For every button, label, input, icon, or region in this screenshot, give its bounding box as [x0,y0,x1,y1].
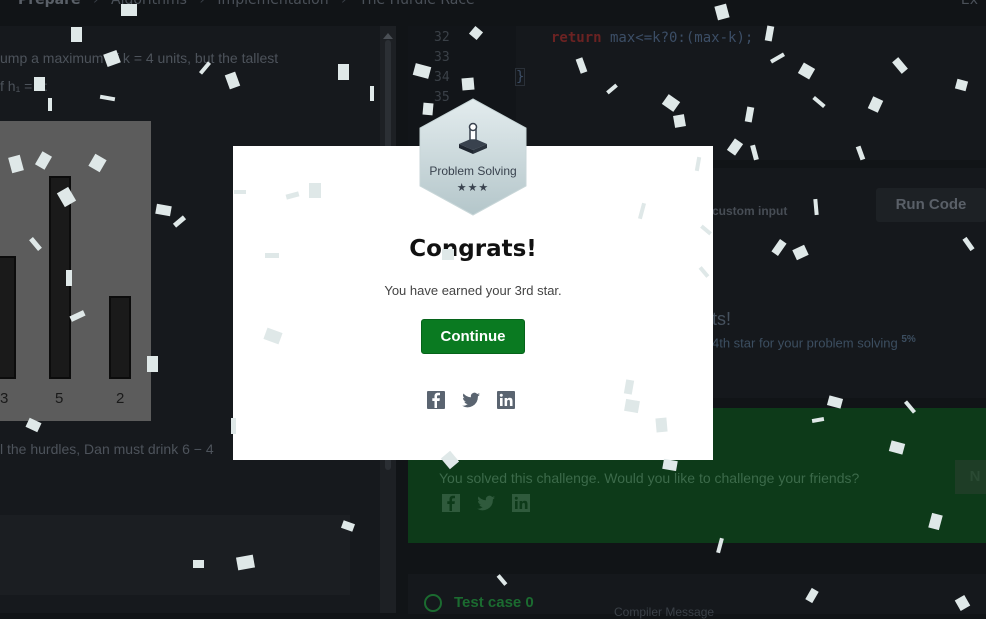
code-line: return max<=k?0:(max-k); [551,30,753,46]
badge-icon [459,122,487,154]
check-circle-icon [424,594,442,612]
hurdle-bar [109,296,131,379]
custom-input-label[interactable]: custom input [712,204,787,218]
confetti-piece [265,253,279,258]
hurdle-label: 3 [0,390,9,407]
line-number: 33 [434,50,450,65]
hurdle-bar [0,256,16,379]
problem-text-line: l the hurdles, Dan must drink 6 − 4 [0,441,214,457]
confetti-piece [234,190,246,194]
line-number: 34 [434,70,450,85]
linkedin-icon[interactable] [496,390,516,410]
breadcrumb-separator: › [199,0,205,8]
next-challenge-button[interactable]: N [955,460,986,494]
problem-footer-block [0,515,350,595]
background-congrats-text: ts! [712,309,732,329]
code-keyword: return [551,30,602,46]
confetti-piece [673,114,686,128]
continue-button[interactable]: Continue [421,319,525,354]
facebook-icon[interactable] [441,493,461,513]
breadcrumb-implementation[interactable]: Implementation [217,0,328,8]
confetti-piece [655,417,668,433]
next-star-progress: 4th star for your problem solving 5% [712,334,916,350]
confetti-piece [624,398,640,414]
confetti-piece [66,270,72,286]
breadcrumb-prepare[interactable]: Prepare [18,0,81,8]
compiler-message-label: Compiler Message [614,605,715,619]
code-expression: max<=k?0:(max-k); [601,30,754,46]
confetti-piece [370,86,374,101]
confetti-piece [309,183,321,198]
test-case-label[interactable]: Test case 0 [454,594,534,611]
confetti-piece [422,102,434,116]
confetti-piece [442,249,454,260]
hurdle-label: 2 [116,390,125,407]
confetti-piece [147,356,158,372]
breadcrumb-separator: › [341,0,347,8]
closing-brace: } [515,68,526,86]
badge-stars: ★★★ [456,182,490,194]
confetti-piece [34,77,45,91]
hurdle-label: 5 [55,390,64,407]
confetti-piece [338,64,349,80]
facebook-icon[interactable] [426,390,446,410]
line-number: 32 [434,30,450,45]
next-star-percent: 5% [901,334,916,345]
confetti-piece [231,418,236,434]
problem-solving-badge [419,98,527,216]
breadcrumb: Prepare › Algorithms › Implementation › … [0,0,986,10]
confetti-piece [461,77,475,91]
breadcrumb-current: The Hurdle Race [359,0,475,8]
solved-message: You solved this challenge. Would you lik… [439,470,860,486]
next-star-text: 4th star for your problem solving [712,335,898,351]
badge-label: Problem Solving [429,164,517,178]
exit-link[interactable]: Ex [961,0,978,8]
confetti-piece [193,560,204,568]
problem-text-line: ump a maximum of k = 4 units, but the ta… [0,50,279,66]
linkedin-icon[interactable] [511,493,531,513]
breadcrumb-separator: › [92,0,99,8]
scroll-up-arrow-icon[interactable] [383,33,393,39]
confetti-piece [121,4,137,16]
modal-title: Congrats! [409,236,537,262]
modal-subtitle: You have earned your 3rd star. [384,283,562,298]
run-code-button[interactable]: Run Code [876,188,986,222]
confetti-piece [48,98,52,111]
confetti-piece [71,27,82,42]
twitter-icon[interactable] [461,390,481,410]
twitter-icon[interactable] [476,493,496,513]
